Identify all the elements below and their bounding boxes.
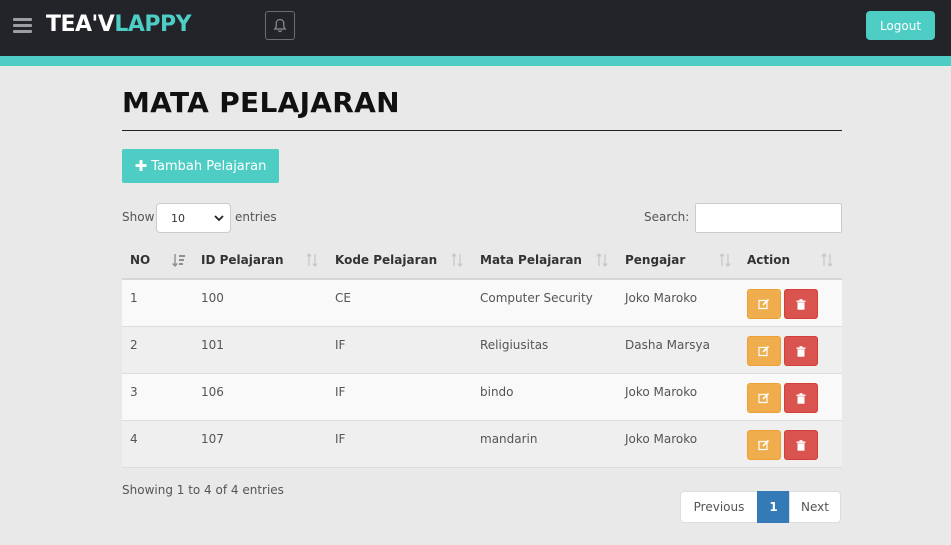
trash-icon — [796, 345, 806, 357]
delete-button[interactable] — [784, 289, 818, 319]
previous-page-button[interactable]: Previous — [680, 491, 758, 523]
delete-button[interactable] — [784, 430, 818, 460]
edit-icon — [758, 298, 770, 310]
page-title: MATA PELAJARAN — [122, 86, 400, 119]
navbar-accent-bar — [0, 56, 951, 66]
column-header-id[interactable]: ID Pelajaran — [201, 253, 284, 267]
cell-no: 3 — [130, 385, 138, 399]
cell-mapel: mandarin — [480, 432, 538, 446]
brand-part2: LAPPY — [114, 12, 192, 37]
cell-pengajar: Dasha Marsya — [625, 338, 710, 352]
cell-no: 1 — [130, 291, 138, 305]
brand-logo[interactable]: TEA'VLAPPY — [46, 12, 192, 37]
cell-pengajar: Joko Maroko — [625, 291, 698, 305]
cell-kode: IF — [335, 432, 346, 446]
cell-id: 107 — [201, 432, 224, 446]
cell-kode: IF — [335, 338, 346, 352]
sort-icon[interactable] — [451, 253, 463, 267]
next-page-button[interactable]: Next — [789, 491, 841, 523]
plus-icon: ✚ — [134, 157, 148, 175]
trash-icon — [796, 298, 806, 310]
table-row: 2 101 IF Religiusitas Dasha Marsya — [122, 327, 842, 374]
logout-button[interactable]: Logout — [866, 11, 935, 40]
add-subject-button[interactable]: ✚ Tambah Pelajaran — [122, 149, 279, 183]
hamburger-icon[interactable] — [13, 18, 32, 34]
cell-kode: CE — [335, 291, 351, 305]
cell-pengajar: Joko Maroko — [625, 385, 698, 399]
cell-pengajar: Joko Maroko — [625, 432, 698, 446]
sort-icon[interactable] — [821, 253, 833, 267]
edit-button[interactable] — [747, 430, 781, 460]
table-header: NO ID Pelajaran Kode Pelajaran Mata Pela… — [122, 242, 842, 280]
pagination: Previous 1 Next — [680, 491, 841, 523]
search-label: Search: — [644, 210, 690, 224]
title-divider — [122, 130, 842, 131]
top-navbar: TEA'VLAPPY Logout — [0, 0, 951, 56]
trash-icon — [796, 392, 806, 404]
cell-no: 4 — [130, 432, 138, 446]
trash-icon — [796, 439, 806, 451]
cell-mapel: Religiusitas — [480, 338, 549, 352]
cell-id: 106 — [201, 385, 224, 399]
table-info: Showing 1 to 4 of 4 entries — [122, 483, 284, 497]
column-header-mapel[interactable]: Mata Pelajaran — [480, 253, 582, 267]
notification-button[interactable] — [265, 11, 295, 40]
sort-icon[interactable] — [306, 253, 318, 267]
delete-button[interactable] — [784, 336, 818, 366]
cell-mapel: Computer Security — [480, 291, 593, 305]
delete-button[interactable] — [784, 383, 818, 413]
table-row: 1 100 CE Computer Security Joko Maroko — [122, 280, 842, 327]
cell-mapel: bindo — [480, 385, 514, 399]
show-label: Show — [122, 210, 155, 224]
edit-button[interactable] — [747, 289, 781, 319]
edit-icon — [758, 439, 770, 451]
column-header-action[interactable]: Action — [747, 253, 790, 267]
page-1-button[interactable]: 1 — [757, 491, 790, 523]
table-row: 4 107 IF mandarin Joko Maroko — [122, 421, 842, 468]
search-input[interactable] — [695, 203, 842, 233]
column-header-no[interactable]: NO — [130, 253, 150, 267]
entries-label: entries — [235, 210, 277, 224]
table-row: 3 106 IF bindo Joko Maroko — [122, 374, 842, 421]
sort-icon[interactable] — [719, 253, 731, 267]
cell-no: 2 — [130, 338, 138, 352]
cell-id: 100 — [201, 291, 224, 305]
sort-asc-icon[interactable] — [172, 253, 186, 267]
column-header-pengajar[interactable]: Pengajar — [625, 253, 685, 267]
edit-icon — [758, 392, 770, 404]
brand-part1: TEA'V — [46, 12, 115, 37]
edit-button[interactable] — [747, 336, 781, 366]
entries-select[interactable]: 10 — [156, 203, 231, 233]
edit-button[interactable] — [747, 383, 781, 413]
column-header-kode[interactable]: Kode Pelajaran — [335, 253, 437, 267]
cell-kode: IF — [335, 385, 346, 399]
edit-icon — [758, 345, 770, 357]
sort-icon[interactable] — [596, 253, 608, 267]
chevron-down-icon — [214, 215, 224, 222]
add-subject-label: Tambah Pelajaran — [151, 158, 267, 174]
bell-icon — [273, 18, 287, 33]
entries-select-value: 10 — [171, 211, 185, 225]
cell-id: 101 — [201, 338, 224, 352]
